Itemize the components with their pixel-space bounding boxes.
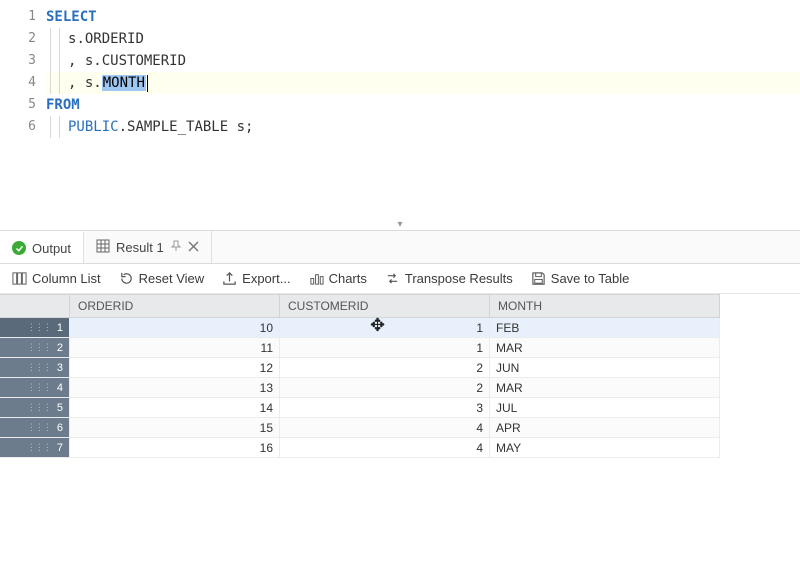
cell-customerid[interactable]: 3: [280, 398, 490, 417]
tab-result-label: Result 1: [116, 240, 164, 255]
cell-customerid[interactable]: 2: [280, 358, 490, 377]
row-number[interactable]: ⋮⋮⋮6: [0, 418, 70, 437]
grid-header-row: ORDERID CUSTOMERID MONTH: [0, 294, 720, 318]
cell-customerid[interactable]: 4: [280, 438, 490, 457]
cell-customerid[interactable]: 4: [280, 418, 490, 437]
result-toolbar: Column List Reset View Export... Charts …: [0, 264, 800, 294]
tab-output[interactable]: Output: [0, 231, 84, 263]
cell-customerid[interactable]: 1: [280, 338, 490, 357]
close-icon[interactable]: [188, 240, 199, 255]
reset-view-button[interactable]: Reset View: [119, 271, 205, 286]
cell-orderid[interactable]: 14: [70, 398, 280, 417]
table-row[interactable]: ⋮⋮⋮5143JUL: [0, 398, 720, 418]
row-number[interactable]: ⋮⋮⋮4: [0, 378, 70, 397]
row-number[interactable]: ⋮⋮⋮2: [0, 338, 70, 357]
charts-button[interactable]: Charts: [309, 271, 367, 286]
cell-month[interactable]: FEB: [490, 318, 720, 337]
cell-month[interactable]: MAR: [490, 378, 720, 397]
result-grid[interactable]: ORDERID CUSTOMERID MONTH ⋮⋮⋮1101FEB⋮⋮⋮21…: [0, 294, 800, 582]
tab-result-1[interactable]: Result 1: [84, 231, 212, 263]
table-row[interactable]: ⋮⋮⋮6154APR: [0, 418, 720, 438]
column-header-customerid[interactable]: CUSTOMERID: [280, 295, 490, 317]
cell-month[interactable]: APR: [490, 418, 720, 437]
table-row[interactable]: ⋮⋮⋮3122JUN: [0, 358, 720, 378]
cell-month[interactable]: JUL: [490, 398, 720, 417]
cell-orderid[interactable]: 13: [70, 378, 280, 397]
save-to-table-button[interactable]: Save to Table: [531, 271, 630, 286]
cell-orderid[interactable]: 16: [70, 438, 280, 457]
table-row[interactable]: ⋮⋮⋮1101FEB: [0, 318, 720, 338]
transpose-button[interactable]: Transpose Results: [385, 271, 513, 286]
panel-resize-handle[interactable]: ▾: [397, 219, 402, 230]
row-number[interactable]: ⋮⋮⋮3: [0, 358, 70, 377]
row-number[interactable]: ⋮⋮⋮5: [0, 398, 70, 417]
rownum-header[interactable]: [0, 295, 70, 317]
cell-month[interactable]: MAR: [490, 338, 720, 357]
column-header-month[interactable]: MONTH: [490, 295, 720, 317]
sql-editor[interactable]: 123456 SELECTs.ORDERID, s.CUSTOMERID, s.…: [0, 0, 800, 230]
column-list-button[interactable]: Column List: [12, 271, 101, 286]
pin-icon[interactable]: [170, 240, 182, 255]
cell-month[interactable]: JUN: [490, 358, 720, 377]
cell-orderid[interactable]: 12: [70, 358, 280, 377]
row-number[interactable]: ⋮⋮⋮7: [0, 438, 70, 457]
cell-orderid[interactable]: 15: [70, 418, 280, 437]
grid-body: ⋮⋮⋮1101FEB⋮⋮⋮2111MAR⋮⋮⋮3122JUN⋮⋮⋮4132MAR…: [0, 318, 720, 458]
cell-customerid[interactable]: 1: [280, 318, 490, 337]
cell-month[interactable]: MAY: [490, 438, 720, 457]
column-header-orderid[interactable]: ORDERID: [70, 295, 280, 317]
table-row[interactable]: ⋮⋮⋮2111MAR: [0, 338, 720, 358]
result-tabs: Output Result 1: [0, 230, 800, 264]
editor-code[interactable]: SELECTs.ORDERID, s.CUSTOMERID, s.MONTHFR…: [46, 0, 800, 230]
table-row[interactable]: ⋮⋮⋮7164MAY: [0, 438, 720, 458]
export-button[interactable]: Export...: [222, 271, 290, 286]
cell-orderid[interactable]: 10: [70, 318, 280, 337]
editor-gutter: 123456: [0, 0, 46, 230]
cell-orderid[interactable]: 11: [70, 338, 280, 357]
grid-icon: [96, 239, 110, 256]
tab-output-label: Output: [32, 241, 71, 256]
row-number[interactable]: ⋮⋮⋮1: [0, 318, 70, 337]
table-row[interactable]: ⋮⋮⋮4132MAR: [0, 378, 720, 398]
cell-customerid[interactable]: 2: [280, 378, 490, 397]
success-icon: [12, 241, 26, 255]
